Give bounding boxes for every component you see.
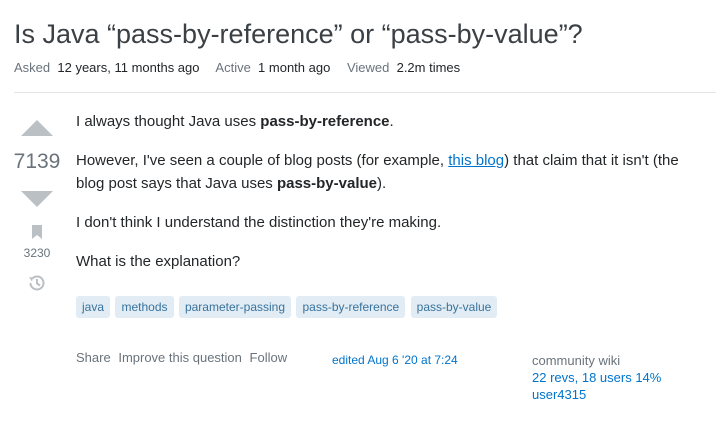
post-actions: Share Improve this question Follow: [76, 350, 291, 365]
tag-pass-by-value[interactable]: pass-by-value: [410, 296, 498, 318]
question-title[interactable]: Is Java “pass-by-reference” or “pass-by-…: [14, 14, 583, 54]
vote-down-icon[interactable]: [21, 191, 53, 207]
share-link[interactable]: Share: [76, 350, 111, 365]
tag-methods[interactable]: methods: [115, 296, 174, 318]
body-paragraph-3: I don't think I understand the distincti…: [76, 214, 442, 231]
bookmark-icon[interactable]: [30, 224, 44, 240]
body-paragraph-2: However, I've seen a couple of blog post…: [76, 152, 679, 192]
body-paragraph-4: What is the explanation?: [76, 253, 241, 270]
bookmark-count: 3230: [23, 246, 51, 260]
body-paragraph-1: I always thought Java uses pass-by-refer…: [76, 113, 394, 130]
header-divider: [14, 92, 716, 93]
viewed-value: 2.2m times: [396, 60, 461, 75]
edited-timestamp[interactable]: edited Aug 6 '20 at 7:24: [332, 353, 458, 367]
question-meta: Asked 12 years, 11 months ago Active 1 m…: [14, 60, 473, 75]
active-label: Active: [215, 60, 251, 75]
tag-list: java methods parameter-passing pass-by-r…: [76, 296, 498, 318]
tag-parameter-passing[interactable]: parameter-passing: [178, 296, 292, 318]
active-value[interactable]: 1 month ago: [258, 60, 330, 75]
question-body: I always thought Java uses pass-by-refer…: [76, 110, 708, 289]
revisions-link[interactable]: 22 revs, 18 users 14%: [532, 369, 661, 386]
vote-count: 7139: [13, 150, 61, 173]
tag-java[interactable]: java: [76, 296, 111, 318]
history-icon[interactable]: [27, 273, 47, 293]
vote-up-icon[interactable]: [21, 120, 53, 136]
follow-link[interactable]: Follow: [250, 350, 288, 365]
owner-card: community wiki 22 revs, 18 users 14% use…: [532, 352, 661, 403]
user-link[interactable]: user4315: [532, 386, 661, 403]
tag-pass-by-reference[interactable]: pass-by-reference: [296, 296, 406, 318]
improve-question-link[interactable]: Improve this question: [118, 350, 242, 365]
asked-label: Asked: [14, 60, 51, 75]
asked-value: 12 years, 11 months ago: [57, 60, 200, 75]
blog-link[interactable]: this blog: [448, 152, 504, 169]
viewed-label: Viewed: [346, 60, 390, 75]
community-wiki-label: community wiki: [532, 353, 621, 368]
